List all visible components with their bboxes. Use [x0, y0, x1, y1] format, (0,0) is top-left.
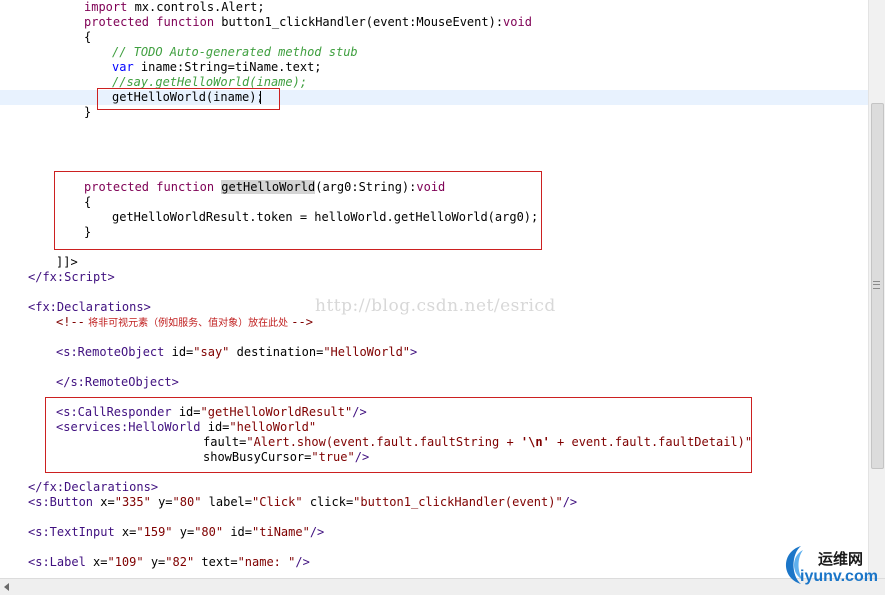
- code-comment: // TODO Auto-generated method stub: [112, 45, 358, 59]
- code-text: button1_clickHandler(event:MouseEvent):: [214, 15, 504, 29]
- xml-value: "name: ": [237, 555, 296, 569]
- xml-value: "button1_clickHandler(event)": [353, 495, 563, 509]
- code-line: <s:Label x="109" y="82" text="name: "/>: [28, 555, 310, 570]
- xml-value: "109": [107, 555, 144, 569]
- xml-value: "335": [114, 495, 151, 509]
- xml-value: "tiName": [252, 525, 310, 539]
- comment-close: -->: [291, 315, 313, 329]
- code-line: ]]>: [56, 255, 78, 269]
- xml-attr: x=: [114, 525, 137, 539]
- xml-value: "80": [172, 495, 202, 509]
- xml-tag: />: [309, 525, 325, 539]
- code-line: protected function button1_clickHandler(…: [84, 15, 532, 30]
- xml-tag: <s:Label: [28, 555, 86, 569]
- xml-value: "80": [194, 525, 224, 539]
- code-line: </fx:Script>: [28, 270, 115, 284]
- xml-tag: />: [562, 495, 578, 509]
- xml-tag: <s:RemoteObject: [56, 345, 165, 359]
- annotation-box-declarations: [45, 397, 752, 473]
- xml-value: "82": [165, 555, 195, 569]
- annotation-box-function: [54, 171, 542, 250]
- horizontal-scrollbar[interactable]: [0, 578, 885, 595]
- keyword: protected: [84, 15, 150, 29]
- code-line: }: [84, 105, 92, 119]
- scroll-left-arrow-icon[interactable]: [4, 583, 9, 591]
- code-text: mx.controls.Alert;: [127, 0, 265, 14]
- scroll-grip-icon: [873, 281, 880, 289]
- comment-open: <!--: [56, 315, 85, 329]
- code-editor[interactable]: import mx.controls.Alert; protected func…: [0, 0, 868, 578]
- xml-attr: id=: [164, 345, 194, 359]
- keyword: void: [503, 15, 532, 29]
- xml-tag: <s:Button: [28, 495, 94, 509]
- code-line: </fx:Declarations>: [28, 480, 159, 494]
- keyword: function: [156, 15, 215, 29]
- watermark-text: http://blog.csdn.net/esricd: [315, 296, 556, 316]
- xml-attr: label=: [201, 495, 253, 509]
- xml-value: "Click": [252, 495, 303, 509]
- logo-text-cn: 运维网: [818, 550, 864, 568]
- code-line: <s:RemoteObject id="say" destination="He…: [56, 345, 417, 360]
- xml-attr: id=: [223, 525, 253, 539]
- xml-attr: text=: [194, 555, 238, 569]
- comment-text: 将非可视元素（例如服务、值对象）放在此处: [84, 318, 292, 329]
- xml-comment-line: <!-- 将非可视元素（例如服务、值对象）放在此处 -->: [56, 315, 313, 330]
- xml-attr: click=: [302, 495, 354, 509]
- xml-value: "159": [136, 525, 173, 539]
- code-line: </s:RemoteObject>: [56, 375, 179, 389]
- xml-attr: y=: [143, 555, 166, 569]
- xml-value: "say": [193, 345, 230, 359]
- xml-attr: y=: [150, 495, 173, 509]
- xml-tag: >: [410, 345, 418, 359]
- keyword: var: [112, 60, 134, 74]
- code-line: <s:Button x="335" y="80" label="Click" c…: [28, 495, 577, 510]
- xml-attr: destination=: [229, 345, 324, 359]
- keyword: import: [84, 0, 128, 14]
- code-line: <fx:Declarations>: [28, 300, 151, 314]
- xml-attr: x=: [93, 495, 115, 509]
- xml-attr: y=: [172, 525, 195, 539]
- code-line: var iname:String=tiName.text;: [112, 60, 322, 75]
- code-line: import mx.controls.Alert;: [84, 0, 265, 15]
- code-text: iname:String=tiName.text;: [133, 60, 322, 74]
- code-line: {: [84, 30, 92, 44]
- xml-tag: />: [295, 555, 310, 569]
- xml-attr: x=: [85, 555, 108, 569]
- annotation-box-call: [97, 88, 280, 110]
- xml-tag: <s:TextInput: [28, 525, 115, 539]
- code-line: <s:TextInput x="159" y="80" id="tiName"/…: [28, 525, 324, 540]
- scroll-grip-icon-middle: [873, 284, 880, 285]
- logo-text-domain: iyunv.com: [800, 568, 878, 585]
- xml-value: "HelloWorld": [323, 345, 411, 359]
